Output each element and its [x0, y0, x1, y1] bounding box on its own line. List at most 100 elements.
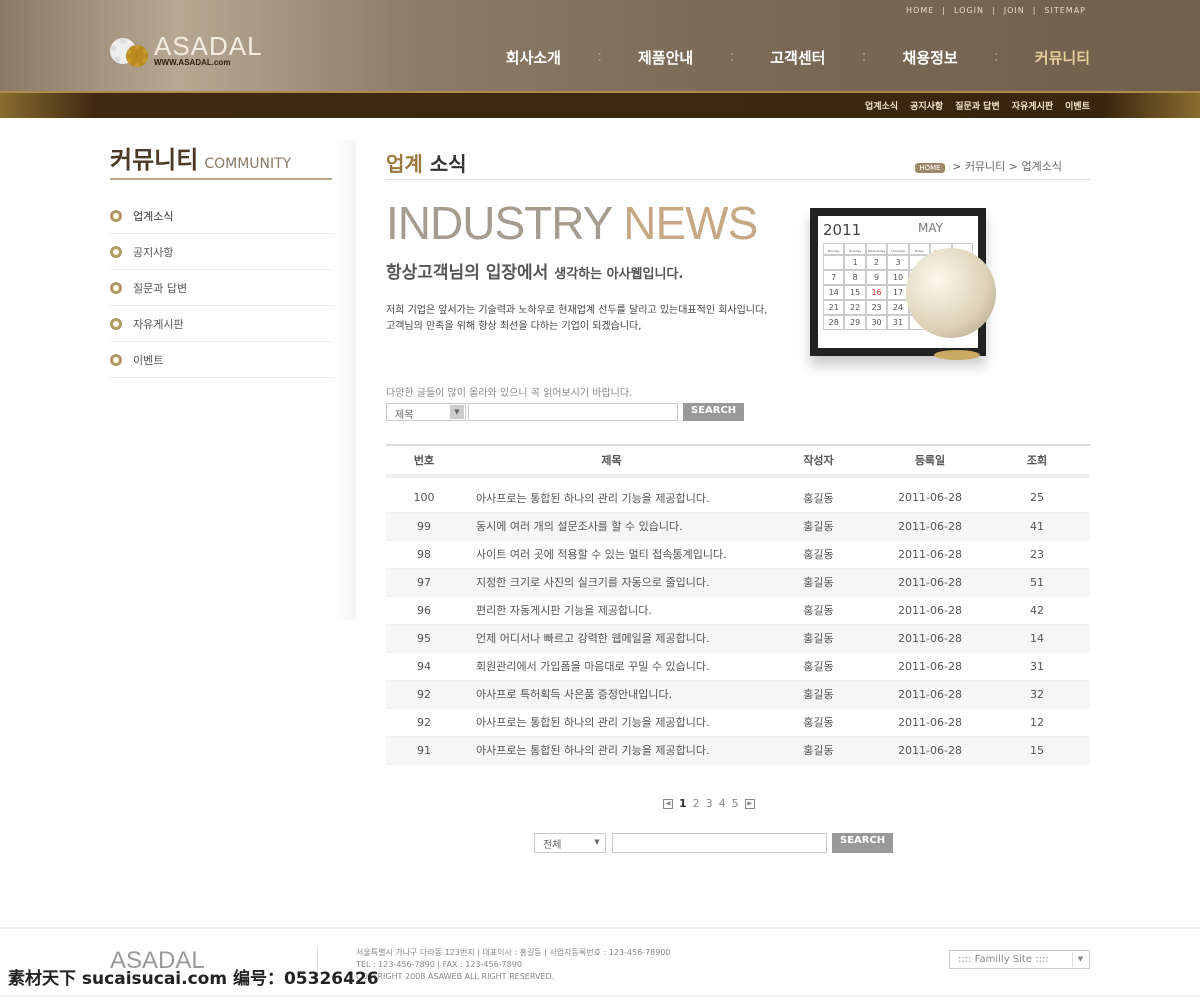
cell-title[interactable]: 지정한 크기로 사진의 실크기를 자동으로 줄입니다.: [462, 568, 761, 597]
sidebar-item[interactable]: 이벤트: [110, 342, 332, 378]
subnav-item[interactable]: 공지사항: [910, 102, 943, 112]
cell-title[interactable]: 동시에 여러 개의 설문조사를 할 수 있습니다.: [462, 512, 761, 541]
cell-title[interactable]: 회원관리에서 가입폼을 마음대로 꾸밀 수 있습니다.: [462, 652, 761, 681]
cell-title[interactable]: 아사프로는 통합된 하나의 관리 기능을 제공합니다.: [462, 736, 761, 765]
cell-number: 95: [386, 624, 462, 653]
calendar-cell: 9: [865, 270, 888, 285]
prev-page-icon[interactable]: ◀: [663, 798, 673, 809]
gear-icon: [126, 44, 148, 67]
page-link[interactable]: 4: [719, 797, 726, 810]
bottom-search-select[interactable]: 전체 ▼: [534, 833, 606, 853]
sidebar-item[interactable]: 공지사항: [110, 234, 332, 270]
util-link-sitemap[interactable]: SITEMAP: [1044, 6, 1086, 15]
search-button[interactable]: SEARCH: [683, 403, 745, 421]
calendar-day-header: Thursday: [887, 243, 909, 255]
calendar-cell: 30: [865, 315, 888, 330]
sidebar-item[interactable]: 질문과 답변: [110, 270, 332, 306]
cell-date: 2011-06-28: [876, 596, 984, 625]
cell-author: 홍길동: [761, 680, 876, 709]
table-row[interactable]: 99 동시에 여러 개의 설문조사를 할 수 있습니다. 홍길동 2011-06-28…: [386, 512, 1090, 541]
footer-line: 서울특별시 가나구 다라동 123번지 | 대표이사 : 홍길동 | 사업자등록…: [356, 948, 671, 957]
util-link-login[interactable]: LOGIN: [954, 6, 984, 15]
column-header: 번호: [386, 444, 462, 478]
desc-line: 저희 기업은 앞서가는 기술력과 노하우로 현재업계 선두를 달리고 있는대표적…: [386, 305, 768, 316]
select-value: :::: Familly Site ::::: [958, 954, 1049, 965]
calendar-cell: 1: [844, 255, 866, 270]
nav-item[interactable]: 커뮤니티: [1035, 47, 1090, 68]
table-row[interactable]: 96 편리한 자동게시판 기능을 제공합니다. 홍길동 2011-06-28 42: [386, 596, 1090, 625]
cell-number: 96: [386, 596, 462, 625]
sidebar-item-label: 업계소식: [133, 209, 174, 223]
calendar-cell: 31: [887, 315, 909, 330]
table-row[interactable]: 95 언제 어디서나 빠르고 강력한 웹메일을 제공합니다. 홍길동 2011-06-…: [386, 624, 1090, 653]
table-row[interactable]: 100 아사프로는 통합된 하나의 관리 기능을 제공합니다. 홍길동 2011-06…: [386, 484, 1090, 513]
calendar-cell: 23: [865, 300, 888, 315]
util-link-home[interactable]: HOME: [906, 6, 934, 15]
logo[interactable]: ASADAL WWW.ASADAL.com: [110, 33, 263, 67]
subnav-item[interactable]: 이벤트: [1065, 102, 1090, 112]
subnav-item[interactable]: 업계소식: [865, 102, 898, 112]
cell-date: 2011-06-28: [876, 736, 984, 765]
cell-title[interactable]: 아사프로는 통합된 하나의 관리 기능을 제공합니다.: [462, 708, 761, 737]
search-field-select[interactable]: 제목 ▼: [386, 403, 466, 421]
breadcrumb-item[interactable]: 커뮤니티: [965, 160, 1005, 173]
page-link[interactable]: 5: [732, 797, 739, 810]
util-sep: |: [1032, 6, 1037, 15]
cell-views: 51: [984, 568, 1090, 597]
bottom-search-button[interactable]: SEARCH: [832, 833, 894, 853]
board-table: 번호 제목 작성자 등록일 조회 100 아사프로는 통합된 하나의 관리 기능을 제공합…: [386, 444, 1090, 765]
select-value: 제목: [395, 410, 414, 421]
sidebar-item-label: 공지사항: [133, 245, 174, 259]
sidebar: 커뮤니티 COMMUNITY 업계소식공지사항질문과 답변 자유게시판 이벤트: [110, 140, 332, 378]
cell-author: 홍길동: [761, 624, 876, 653]
chevron-down-icon: ▼: [450, 405, 464, 419]
cell-number: 92: [386, 708, 462, 737]
globe-stand: [934, 350, 980, 360]
table-row[interactable]: 91 아사프로는 통합된 하나의 관리 기능을 제공합니다. 홍길동 2011-06-…: [386, 736, 1090, 765]
table-row[interactable]: 92 아사프로는 통합된 하나의 관리 기능을 제공합니다. 홍길동 2011-06-…: [386, 708, 1090, 737]
table-row[interactable]: 94 회원관리에서 가입폼을 마음대로 꾸밀 수 있습니다. 홍길동 2011-06-…: [386, 652, 1090, 681]
bullet-icon: [110, 317, 122, 330]
cell-number: 97: [386, 568, 462, 597]
nav-item[interactable]: 채용정보: [903, 47, 958, 68]
calendar-cell: 28: [823, 315, 845, 330]
calendar-cell: 15: [844, 285, 866, 300]
cell-title[interactable]: 언제 어디서나 빠르고 강력한 웹메일을 제공합니다.: [462, 624, 761, 653]
cell-author: 홍길동: [761, 540, 876, 569]
cell-title[interactable]: 아사프로는 통합된 하나의 관리 기능을 제공합니다.: [462, 484, 761, 513]
column-header: 조회: [984, 444, 1090, 478]
cell-number: 91: [386, 736, 462, 765]
table-row[interactable]: 92 아사프로 특허획득 사은품 증정안내입니다. 홍길동 2011-06-28 32: [386, 680, 1090, 709]
calendar-cell: [823, 255, 845, 270]
sidebar-item[interactable]: 업계소식: [110, 198, 332, 234]
page-link[interactable]: 1: [679, 797, 687, 810]
cell-title[interactable]: 사이트 여러 곳에 적용할 수 있는 멀티 접속통계입니다.: [462, 540, 761, 569]
cell-title[interactable]: 아사프로 특허획득 사은품 증정안내입니다.: [462, 680, 761, 709]
table-row[interactable]: 98 사이트 여러 곳에 적용할 수 있는 멀티 접속통계입니다. 홍길동 2011-…: [386, 540, 1090, 569]
bullet-icon: [110, 245, 122, 258]
cell-date: 2011-06-28: [876, 540, 984, 569]
next-page-icon[interactable]: ▶: [744, 798, 755, 809]
table-row[interactable]: 97 지정한 크기로 사진의 실크기를 자동으로 줄입니다. 홍길동 2011-06-…: [386, 568, 1090, 597]
subnav-item[interactable]: 질문과 답변: [955, 102, 1000, 112]
watermark: 素材天下 sucaisucai.com 编号：05326426: [8, 969, 379, 989]
bottom-search-input[interactable]: [612, 833, 827, 853]
cell-date: 2011-06-28: [876, 512, 984, 541]
calendar-cell: 22: [844, 300, 866, 315]
nav-item[interactable]: 고객센터: [770, 47, 825, 68]
search-input[interactable]: [468, 403, 678, 421]
cell-title[interactable]: 편리한 자동게시판 기능을 제공합니다.: [462, 596, 761, 625]
page-link[interactable]: 2: [693, 797, 700, 810]
sidebar-title-en: COMMUNITY: [204, 156, 292, 172]
sidebar-title-ko: 커뮤니티: [110, 146, 199, 174]
nav-item[interactable]: 제품안내: [638, 47, 693, 68]
nav-item[interactable]: 회사소개: [506, 47, 561, 68]
cell-views: 41: [984, 512, 1090, 541]
sidebar-item[interactable]: 자유게시판: [110, 306, 332, 342]
page-link[interactable]: 3: [706, 797, 713, 810]
util-link-join[interactable]: JOIN: [1004, 6, 1025, 15]
family-site-select[interactable]: :::: Familly Site :::: ▼: [949, 950, 1090, 969]
subnav-item[interactable]: 자유게시판: [1012, 102, 1053, 112]
breadcrumb-home[interactable]: HOME: [915, 163, 945, 173]
breadcrumb-item[interactable]: 업계소식: [1022, 160, 1062, 173]
